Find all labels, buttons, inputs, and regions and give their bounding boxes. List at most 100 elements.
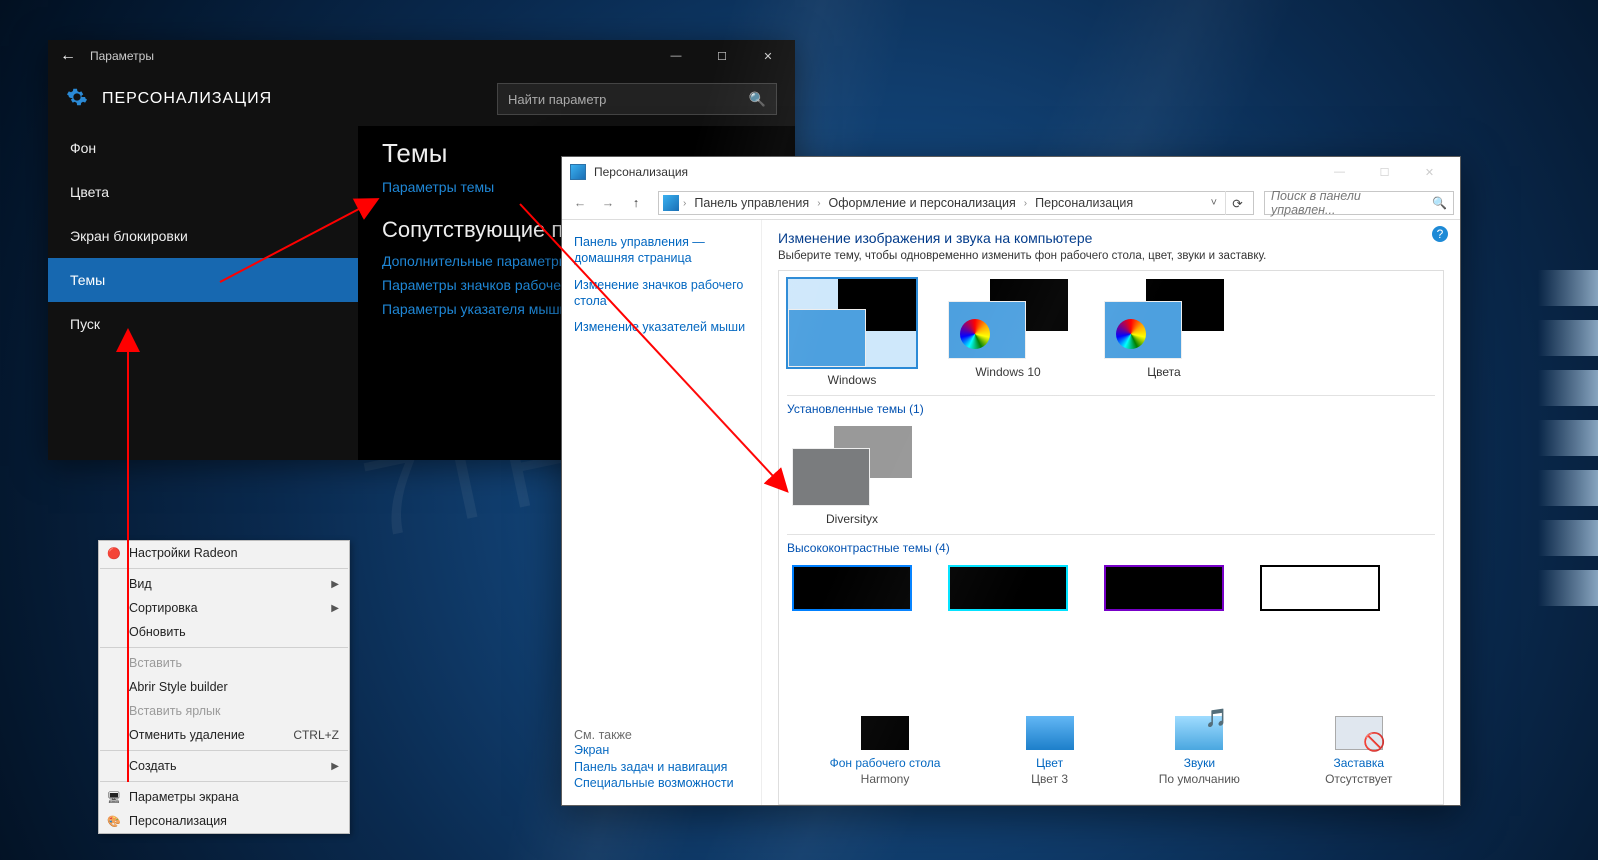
- theme-tile-hc[interactable]: [943, 565, 1073, 617]
- cp-window-title: Персонализация: [594, 165, 688, 179]
- ctx-item-label: Обновить: [129, 625, 186, 639]
- ctx-item-label: Отменить удаление: [129, 728, 245, 742]
- gear-icon: [66, 86, 88, 113]
- theme-tile[interactable]: Цвета: [1099, 279, 1229, 387]
- wallpaper-icon: [861, 716, 909, 750]
- theme-tile[interactable]: Diversityx: [787, 426, 917, 526]
- ctx-item-label: Настройки Radeon: [129, 546, 238, 560]
- refresh-button[interactable]: ⟳: [1225, 191, 1249, 215]
- ctx-item[interactable]: 🖥 Параметры экрана: [99, 785, 349, 809]
- installed-themes-label: Установленные темы (1): [787, 402, 1435, 416]
- back-icon[interactable]: ←: [52, 47, 84, 65]
- see-also-link[interactable]: Экран: [574, 742, 749, 758]
- ctx-item[interactable]: 🎨 Персонализация: [99, 809, 349, 833]
- cp-titlebar[interactable]: Персонализация — ☐ ✕: [562, 157, 1460, 187]
- sounds-icon: 🎵: [1175, 716, 1223, 750]
- theme-tile-hc[interactable]: [1099, 565, 1229, 617]
- screensaver-icon: 🚫: [1335, 716, 1383, 750]
- chevron-right-icon: ›: [817, 198, 820, 209]
- decorative-light-stripes: [1538, 270, 1598, 670]
- cp-search-input[interactable]: Поиск в панели управлен... 🔍: [1264, 191, 1454, 215]
- ctx-item-label: Вставить ярлык: [129, 704, 221, 718]
- ctx-item-label: Вставить: [129, 656, 182, 670]
- radeon-icon: 🔴: [105, 547, 123, 560]
- ctx-item: Вставить ярлык: [99, 699, 349, 723]
- cp-content: ? Изменение изображения и звука на компь…: [762, 220, 1460, 805]
- search-icon: 🔍: [749, 91, 766, 108]
- sidebar-item-фон[interactable]: Фон: [48, 126, 358, 170]
- settings-titlebar[interactable]: ← Параметры — ☐ ✕: [48, 40, 795, 72]
- ctx-item-label: Создать: [129, 759, 177, 773]
- settings-title: Параметры: [90, 49, 154, 63]
- ctx-item[interactable]: Сортировка▶: [99, 596, 349, 620]
- nav-forward-button: →: [596, 191, 620, 215]
- see-also-link[interactable]: Специальные возможности: [574, 775, 749, 791]
- themes-scroll-area[interactable]: Windows Windows 10 Цвета Установленные тем…: [778, 270, 1444, 706]
- close-button[interactable]: ✕: [745, 40, 791, 72]
- cp-navbar: ← → ↑ › Панель управления › Оформление и…: [562, 187, 1460, 220]
- breadcrumb-seg[interactable]: Персонализация: [1031, 196, 1137, 210]
- cp-left-nav: Панель управления — домашняя страница Из…: [562, 220, 762, 805]
- minimize-button[interactable]: —: [653, 40, 699, 72]
- cp-left-link[interactable]: Изменение указателей мыши: [574, 319, 749, 335]
- display-icon: 🖥: [105, 791, 123, 804]
- personalization-icon: [570, 164, 586, 180]
- ctx-item-label: Вид: [129, 577, 152, 591]
- hc-themes-label: Высококонтрастные темы (4): [787, 541, 1435, 555]
- desktop-context-menu: 🔴 Настройки Radeon Вид ▶ Сортировка▶ Обновить…: [98, 540, 350, 834]
- theme-label: Windows: [787, 373, 917, 387]
- nav-back-button[interactable]: ←: [568, 191, 592, 215]
- ctx-item[interactable]: Отменить удаление CTRL+Z: [99, 723, 349, 747]
- footer-link-background[interactable]: Фон рабочего стола Harmony: [830, 716, 941, 786]
- chevron-right-icon: ▶: [331, 761, 339, 772]
- cp-left-link[interactable]: Панель управления — домашняя страница: [574, 234, 749, 267]
- theme-tile[interactable]: Windows 10: [943, 279, 1073, 387]
- theme-label: Windows 10: [943, 365, 1073, 379]
- section-title: ПЕРСОНАЛИЗАЦИЯ: [102, 90, 272, 108]
- maximize-button[interactable]: ☐: [699, 40, 745, 72]
- footer-link-screensaver[interactable]: 🚫 Заставка Отсутствует: [1325, 716, 1392, 786]
- control-panel-window: Персонализация — ☐ ✕ ← → ↑ › Панель упра…: [561, 156, 1461, 806]
- cp-page-subtitle: Выберите тему, чтобы одновременно измени…: [778, 250, 1444, 262]
- cp-left-link[interactable]: Изменение значков рабочего стола: [574, 277, 749, 310]
- ctx-item[interactable]: Создать ▶: [99, 754, 349, 778]
- ctx-item[interactable]: Обновить: [99, 620, 349, 644]
- ctx-item[interactable]: Abrir Style builder: [99, 675, 349, 699]
- settings-search-placeholder: Найти параметр: [508, 92, 741, 107]
- theme-tile[interactable]: Windows: [787, 279, 917, 387]
- sidebar-item-пуск[interactable]: Пуск: [48, 302, 358, 346]
- footer-link-color[interactable]: Цвет Цвет 3: [1026, 716, 1074, 786]
- ctx-item-label: Персонализация: [129, 814, 227, 828]
- footer-link-sounds[interactable]: 🎵 Звуки По умолчанию: [1159, 716, 1240, 786]
- see-also-heading: См. также: [574, 728, 749, 742]
- ctx-item[interactable]: Вид ▶: [99, 572, 349, 596]
- breadcrumb-seg[interactable]: Панель управления: [690, 196, 813, 210]
- ctx-item[interactable]: 🔴 Настройки Radeon: [99, 541, 349, 565]
- ctx-item-label: Параметры экрана: [129, 790, 239, 804]
- breadcrumb-seg[interactable]: Оформление и персонализация: [825, 196, 1020, 210]
- close-button[interactable]: ✕: [1407, 158, 1452, 186]
- color-icon: [1026, 716, 1074, 750]
- ctx-item: Вставить: [99, 651, 349, 675]
- theme-tile-hc[interactable]: [787, 565, 917, 617]
- settings-search-input[interactable]: Найти параметр 🔍: [497, 83, 777, 115]
- sidebar-item-экран блокировки[interactable]: Экран блокировки: [48, 214, 358, 258]
- personalize-icon: 🎨: [105, 815, 123, 828]
- chevron-right-icon: ▶: [331, 579, 339, 590]
- sidebar-item-темы[interactable]: Темы: [48, 258, 358, 302]
- sidebar-item-цвета[interactable]: Цвета: [48, 170, 358, 214]
- maximize-button[interactable]: ☐: [1362, 158, 1407, 186]
- nav-up-button[interactable]: ↑: [624, 191, 648, 215]
- theme-tile-hc[interactable]: [1255, 565, 1385, 617]
- address-bar[interactable]: › Панель управления › Оформление и персо…: [658, 191, 1254, 215]
- chevron-right-icon: ›: [683, 198, 686, 209]
- ctx-item-label: Abrir Style builder: [129, 680, 228, 694]
- help-icon[interactable]: ?: [1432, 226, 1448, 242]
- shortcut-label: CTRL+Z: [293, 728, 339, 742]
- minimize-button[interactable]: —: [1317, 158, 1362, 186]
- see-also-link[interactable]: Панель задач и навигация: [574, 759, 749, 775]
- chevron-down-icon[interactable]: ˅: [1211, 197, 1217, 209]
- chevron-right-icon: ›: [1024, 198, 1027, 209]
- personalization-icon: [663, 195, 679, 211]
- cp-footer-links: Фон рабочего стола Harmony Цвет Цвет 3 🎵…: [778, 706, 1444, 805]
